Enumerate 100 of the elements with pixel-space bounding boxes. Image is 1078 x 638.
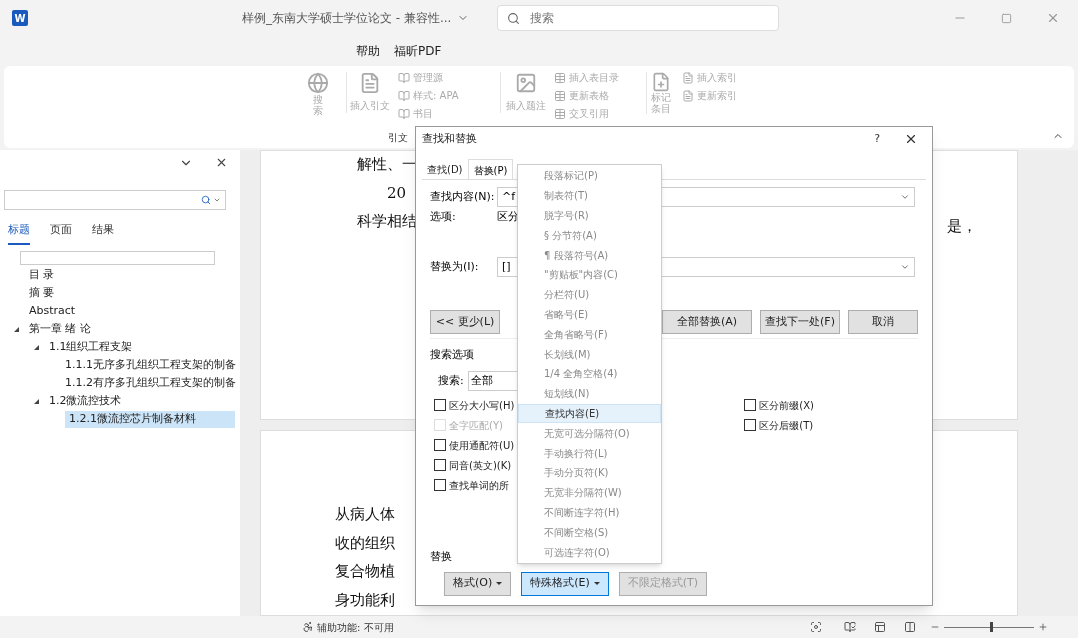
word-app-icon: W — [12, 10, 28, 26]
menu-item[interactable]: 查找内容(E) — [518, 403, 661, 424]
ribbon-command[interactable]: 插入表目录 — [569, 70, 619, 85]
ribbon-command[interactable]: 插入索引 — [697, 70, 737, 85]
zoom-slider[interactable] — [944, 621, 1034, 633]
dialog-tab[interactable]: 查找(D) — [422, 159, 468, 179]
accessibility-icon — [302, 621, 314, 633]
heading-item[interactable]: 1.2.1微流控芯片制备材料 — [65, 411, 235, 428]
navigation-tab[interactable]: 标题 — [8, 222, 30, 245]
navigation-tab[interactable]: 页面 — [50, 222, 72, 245]
menu-item[interactable]: 手动分页符(K) — [518, 462, 661, 483]
read-mode-icon[interactable] — [844, 621, 856, 633]
checkbox-label: 全字匹配(Y) — [449, 418, 503, 433]
checkbox[interactable] — [744, 419, 757, 431]
checkbox-label: 区分后缀(T) — [759, 418, 814, 433]
accessibility-status[interactable]: 辅助功能: 不可用 — [317, 619, 394, 635]
print-layout-icon[interactable] — [874, 621, 886, 633]
document-text: 是， — [947, 216, 977, 237]
menu-item[interactable]: 手动换行符(L) — [518, 443, 661, 463]
ribbon-command[interactable]: 书目 — [413, 106, 433, 121]
menu-item[interactable]: 可选连字符(O) — [518, 542, 661, 562]
focus-icon[interactable] — [810, 621, 822, 633]
search-field[interactable]: 搜索 — [497, 5, 780, 31]
replace-all-button[interactable]: 全部替换(A) — [662, 310, 752, 334]
insert-caption-button[interactable]: 插入题注 — [505, 98, 546, 113]
expanded-triangle-icon[interactable] — [34, 399, 39, 404]
caret-icon — [593, 582, 600, 585]
heading-item[interactable]: 1.1.1无序多孔组织工程支架的制备 — [61, 357, 240, 374]
close-icon[interactable] — [215, 156, 228, 169]
group-label: 引文 — [388, 131, 408, 145]
ribbon-command[interactable]: 样式: APA — [413, 88, 459, 103]
heading-item[interactable]: 1.1.2有序多孔组织工程支架的制备 — [61, 375, 240, 392]
search-globe-icon — [307, 72, 329, 94]
heading-filter-field[interactable] — [20, 250, 215, 265]
dialog-title: 查找和替换 — [422, 130, 477, 147]
ribbon-command[interactable]: 更新索引 — [697, 88, 737, 103]
section-label: 搜索选项 — [430, 348, 474, 361]
ribbon-command[interactable]: 交叉引用 — [569, 106, 609, 121]
caret-icon — [496, 582, 503, 585]
heading-item[interactable]: 1.1组织工程支架 — [45, 339, 137, 356]
ribbon-tab[interactable]: 帮助 — [356, 42, 380, 60]
search-icon — [201, 195, 211, 205]
menu-item[interactable]: 不间断连字符(H) — [518, 502, 661, 523]
checkbox[interactable] — [434, 399, 446, 411]
expanded-triangle-icon[interactable] — [34, 345, 39, 350]
format-menu-button[interactable]: 特殊格式(E) — [521, 571, 609, 596]
ribbon-command[interactable]: 更新表格 — [569, 88, 609, 103]
table-icon — [554, 89, 566, 102]
find-next-button[interactable]: 查找下一处(F) — [760, 310, 840, 334]
insert-citation-button[interactable]: 插入引文 — [349, 98, 390, 113]
menu-item[interactable]: 制表符(T) — [518, 185, 661, 206]
menu-item[interactable]: 脱字号(R) — [518, 205, 661, 226]
caption-icon — [514, 72, 537, 94]
document-text: 从病人体 — [335, 504, 395, 525]
document-text: 身功能利 — [335, 589, 395, 611]
heading-item[interactable]: 1.2微流控技术 — [45, 393, 126, 410]
heading-item[interactable]: 目 录 — [25, 267, 59, 284]
menu-item[interactable]: 段落标记(P) — [518, 166, 661, 186]
zoom-slider-thumb[interactable] — [990, 622, 994, 632]
navigation-search-field[interactable] — [4, 190, 226, 210]
table-icon — [554, 107, 566, 120]
web-layout-icon[interactable] — [904, 621, 916, 633]
checkbox[interactable] — [434, 439, 446, 451]
heading-item[interactable]: 第一章 绪 论 — [25, 321, 95, 338]
dialog-tab[interactable]: 替换(P) — [467, 159, 514, 179]
menu-item[interactable]: § 分节符(A) — [518, 225, 661, 246]
document-text: 科学相结 — [357, 211, 417, 232]
menu-item[interactable]: 全角省略号(F) — [518, 324, 661, 345]
checkbox-label: 同音(英文)(K) — [449, 458, 512, 473]
ribbon-tab[interactable]: 福昕PDF — [394, 42, 442, 60]
search-icon — [507, 11, 521, 25]
checkbox[interactable] — [434, 459, 446, 471]
document-text: 收的组织 — [335, 532, 395, 554]
close-icon[interactable] — [904, 132, 918, 146]
book-icon — [398, 89, 410, 102]
format-menu-button[interactable]: 格式(O) — [444, 571, 512, 596]
section-label: 替换 — [430, 549, 452, 565]
document-title[interactable]: 样例_东南大学硕士学位论文 - 兼容性... — [242, 9, 452, 27]
mark-entry-button[interactable]: 标记条目 — [650, 92, 671, 114]
chevron-down-icon[interactable] — [213, 196, 221, 204]
navigation-tab[interactable]: 结果 — [92, 222, 114, 245]
menu-item[interactable]: 无宽非分隔符(W) — [518, 482, 661, 503]
ribbon-command[interactable]: 管理源 — [413, 70, 443, 85]
checkbox[interactable] — [434, 479, 446, 491]
less-button[interactable]: << 更少(L) — [430, 310, 500, 334]
checkbox-label: 查找单词的所 — [449, 478, 509, 493]
menu-item[interactable]: 长划线(M) — [518, 344, 661, 364]
menu-item[interactable]: 无宽可选分隔符(O) — [518, 423, 661, 444]
menu-item[interactable]: 分栏符(U) — [518, 284, 661, 305]
help-button[interactable]: ? — [874, 130, 880, 148]
heading-item[interactable]: 摘 要 — [25, 285, 59, 302]
expanded-triangle-icon[interactable] — [14, 327, 19, 332]
menu-item[interactable]: 省略号(E) — [518, 304, 661, 325]
checkbox[interactable] — [744, 399, 757, 411]
menu-item[interactable]: 不间断空格(S) — [518, 522, 661, 543]
book-icon — [398, 71, 410, 84]
search-ribbon-button[interactable]: 搜索 — [313, 94, 323, 116]
zoom-in-icon[interactable] — [1038, 622, 1048, 632]
heading-item[interactable]: Abstract — [25, 303, 80, 320]
cancel-button[interactable]: 取消 — [848, 310, 918, 334]
